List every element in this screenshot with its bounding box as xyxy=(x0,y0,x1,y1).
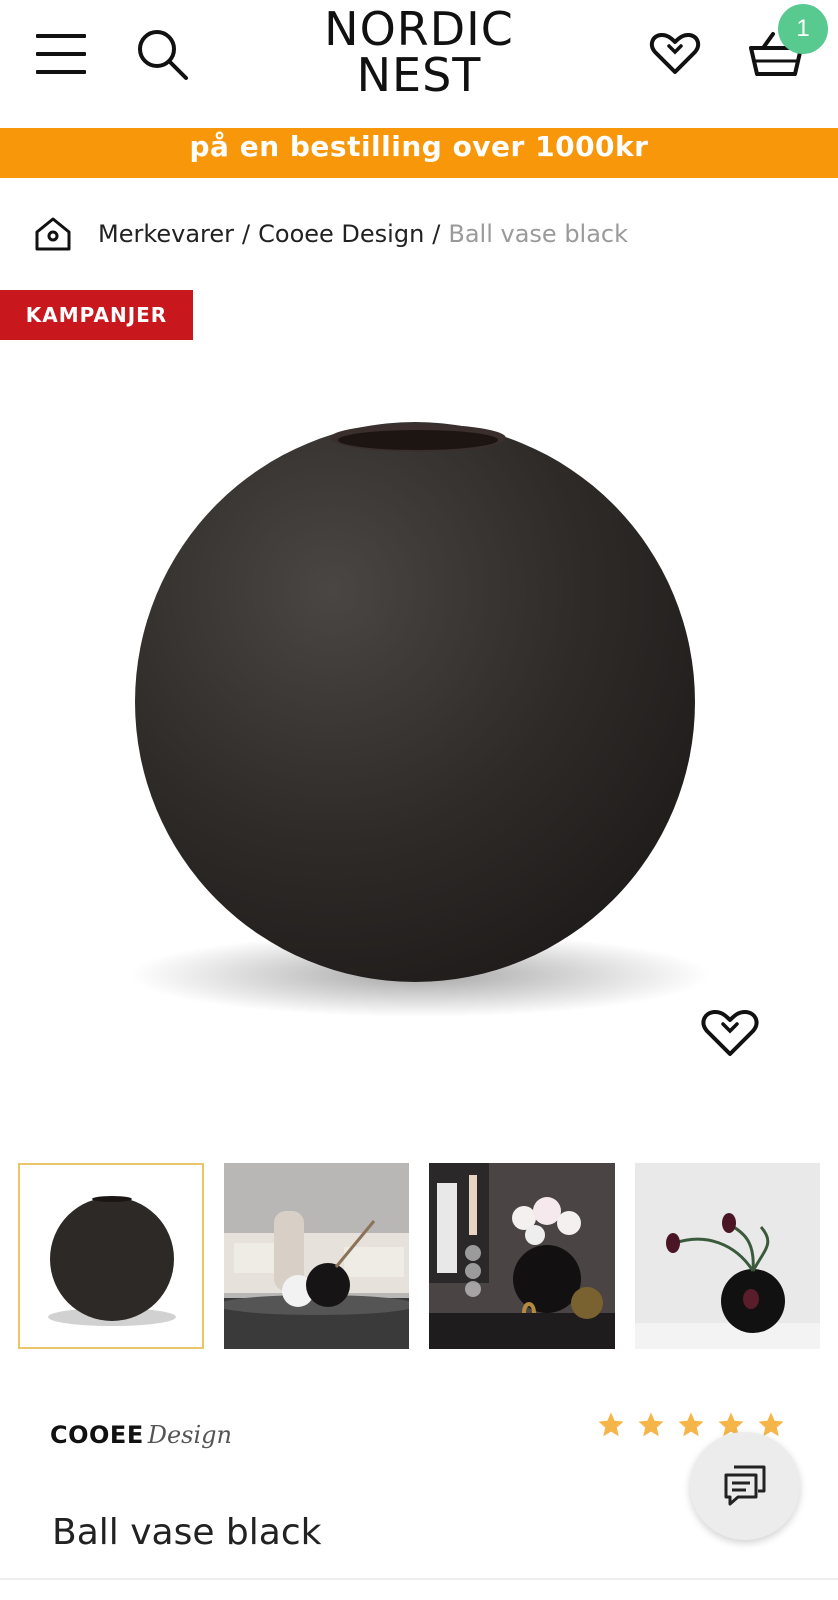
menu-icon[interactable] xyxy=(30,26,92,82)
brand-script: Design xyxy=(147,1421,232,1449)
thumbnail-living-room[interactable] xyxy=(223,1163,410,1349)
breadcrumb: Merkevarer / Cooee Design / Ball vase bl… xyxy=(34,210,628,258)
thumbnail-flowers-scene[interactable] xyxy=(429,1163,615,1349)
breadcrumb-current: Ball vase black xyxy=(448,220,629,248)
thumbnail-ball-vase[interactable] xyxy=(18,1163,204,1349)
star-icon xyxy=(598,1412,624,1437)
star-icon xyxy=(678,1412,704,1437)
heart-icon[interactable] xyxy=(644,26,706,82)
chat-button[interactable] xyxy=(690,1432,800,1540)
home-icon[interactable] xyxy=(34,214,74,254)
divider xyxy=(0,1578,838,1580)
brand-logo[interactable]: COOEE Design xyxy=(50,1412,232,1458)
brand-name: COOEE xyxy=(50,1421,144,1449)
breadcrumb-cooee-design[interactable]: Cooee Design xyxy=(258,220,424,248)
cart-count-badge: 1 xyxy=(778,4,828,54)
add-to-wishlist-icon[interactable] xyxy=(700,1008,762,1064)
breadcrumb-merkevarer[interactable]: Merkevarer xyxy=(98,220,234,248)
promo-banner[interactable]: på en bestilling over 1000kr xyxy=(0,128,838,178)
product-main-image[interactable] xyxy=(0,360,838,1100)
logo-line-2: NEST xyxy=(356,48,482,102)
site-logo[interactable]: NORDIC NEST xyxy=(290,6,548,98)
thumbnail-tulips-scene[interactable] xyxy=(634,1163,821,1349)
promo-text: på en bestilling over 1000kr xyxy=(189,130,649,163)
breadcrumb-separator: / xyxy=(432,220,441,248)
chat-icon xyxy=(724,1465,766,1506)
campaign-badge: KAMPANJER xyxy=(0,290,193,340)
breadcrumb-separator: / xyxy=(242,220,251,248)
logo-line-1: NORDIC xyxy=(324,2,514,56)
thumbnail-gallery xyxy=(18,1163,821,1349)
site-header: NORDIC NEST 1 xyxy=(0,0,838,128)
product-title: Ball vase black xyxy=(52,1512,322,1553)
star-icon xyxy=(638,1412,664,1437)
search-icon[interactable] xyxy=(132,24,192,84)
